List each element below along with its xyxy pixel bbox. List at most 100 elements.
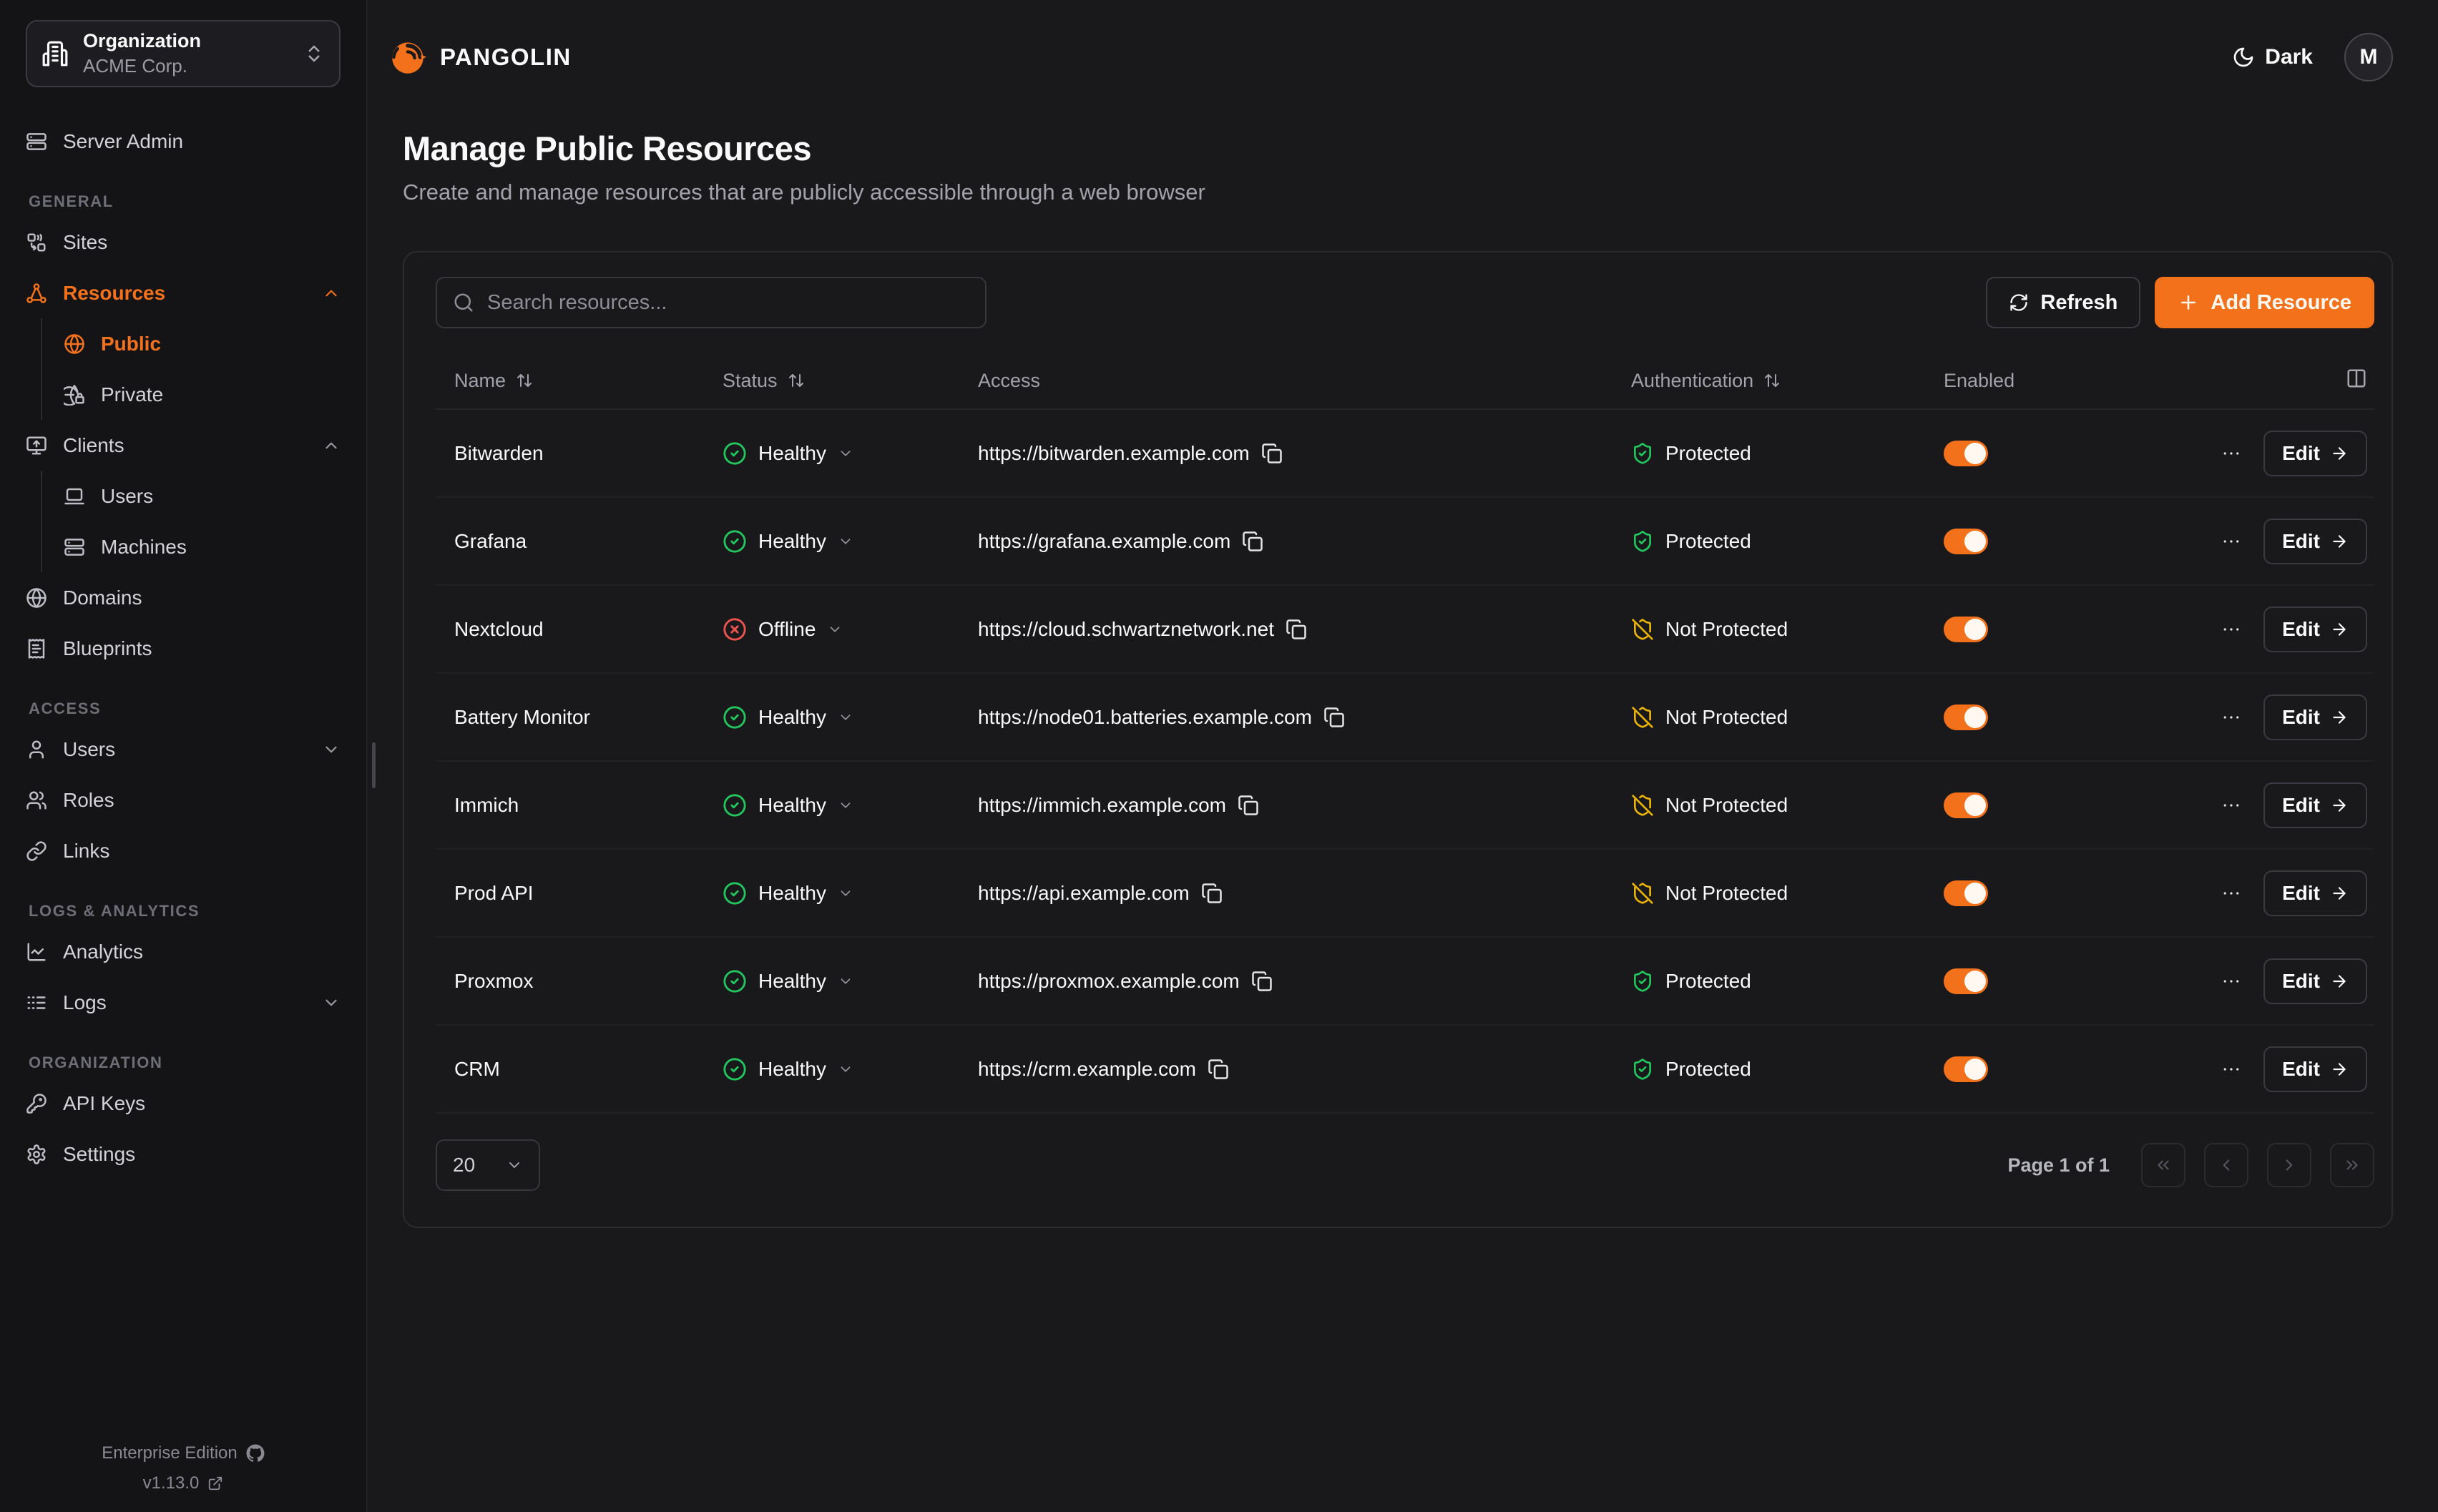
copy-url-button[interactable] [1261, 443, 1283, 464]
row-menu-button[interactable] [2221, 795, 2242, 816]
sidebar-item-private[interactable]: Private [42, 369, 341, 420]
copy-url-button[interactable] [1201, 883, 1223, 904]
prev-page-button[interactable] [2204, 1143, 2248, 1187]
table-row: Immich Healthy https://immich.example.co… [436, 762, 2374, 850]
enabled-toggle[interactable] [1944, 968, 1988, 994]
sidebar-item-sites[interactable]: Sites [26, 217, 341, 267]
link-icon [26, 840, 47, 862]
enabled-toggle[interactable] [1944, 529, 1988, 554]
avatar[interactable]: M [2344, 33, 2393, 82]
github-icon[interactable] [246, 1444, 265, 1463]
chevron-down-icon [838, 885, 853, 901]
chevron-down-icon [838, 797, 853, 813]
status-cell[interactable]: Healthy [704, 1057, 959, 1081]
edit-button[interactable]: Edit [2263, 1046, 2367, 1092]
status-cell[interactable]: Healthy [704, 793, 959, 818]
edit-button[interactable]: Edit [2263, 782, 2367, 828]
shield-check-icon [1631, 442, 1654, 465]
enabled-toggle[interactable] [1944, 705, 1988, 730]
search-input[interactable] [487, 291, 969, 315]
row-menu-button[interactable] [2221, 531, 2242, 552]
resource-url: https://grafana.example.com [978, 530, 1230, 553]
resource-url: https://crm.example.com [978, 1058, 1196, 1081]
edit-button[interactable]: Edit [2263, 607, 2367, 652]
arrow-right-icon [2330, 532, 2349, 551]
edit-button[interactable]: Edit [2263, 694, 2367, 740]
chevron-down-icon [506, 1157, 523, 1174]
next-page-button[interactable] [2267, 1143, 2311, 1187]
sidebar-item-analytics[interactable]: Analytics [26, 926, 341, 977]
external-link-icon[interactable] [207, 1476, 223, 1491]
sort-icon [788, 372, 805, 389]
sidebar-scrollbar-thumb[interactable] [372, 742, 376, 788]
sidebar-item-blueprints[interactable]: Blueprints [26, 623, 341, 674]
sidebar-item-client-users[interactable]: Users [42, 471, 341, 521]
row-menu-button[interactable] [2221, 1059, 2242, 1080]
enabled-toggle[interactable] [1944, 880, 1988, 906]
header-authentication[interactable]: Authentication [1612, 370, 1925, 392]
sidebar-item-logs[interactable]: Logs [26, 977, 341, 1028]
status-cell[interactable]: Healthy [704, 441, 959, 466]
healthy-icon [723, 1057, 747, 1081]
edit-button[interactable]: Edit [2263, 431, 2367, 476]
enabled-toggle[interactable] [1944, 617, 1988, 642]
status-cell[interactable]: Healthy [704, 529, 959, 554]
sidebar-item-server-admin[interactable]: Server Admin [26, 116, 341, 167]
page-size-select[interactable]: 20 [436, 1139, 540, 1191]
copy-url-button[interactable] [1286, 619, 1307, 640]
row-menu-button[interactable] [2221, 971, 2242, 992]
org-switcher[interactable]: Organization ACME Corp. [26, 20, 341, 87]
sidebar-item-domains[interactable]: Domains [26, 572, 341, 623]
chevrons-right-icon [2343, 1156, 2361, 1174]
arrow-right-icon [2330, 620, 2349, 639]
status-cell[interactable]: Healthy [704, 705, 959, 730]
arrow-right-icon [2330, 444, 2349, 463]
last-page-button[interactable] [2330, 1143, 2374, 1187]
row-menu-button[interactable] [2221, 443, 2242, 464]
section-label-organization: ORGANIZATION [29, 1054, 341, 1072]
chevron-down-icon [838, 446, 853, 461]
columns-toggle-button[interactable] [2346, 368, 2367, 394]
refresh-button[interactable]: Refresh [1986, 277, 2140, 328]
enabled-toggle[interactable] [1944, 441, 1988, 466]
card-toolbar: Refresh Add Resource [436, 277, 2374, 328]
copy-url-button[interactable] [1251, 971, 1273, 992]
row-menu-button[interactable] [2221, 619, 2242, 640]
edit-button[interactable]: Edit [2263, 870, 2367, 916]
sidebar-item-links[interactable]: Links [26, 825, 341, 876]
sidebar-item-clients[interactable]: Clients [26, 420, 341, 471]
copy-url-button[interactable] [1238, 795, 1259, 816]
sidebar-item-users[interactable]: Users [26, 724, 341, 775]
copy-url-button[interactable] [1242, 531, 1263, 552]
status-cell[interactable]: Healthy [704, 881, 959, 905]
edit-button[interactable]: Edit [2263, 958, 2367, 1004]
status-cell[interactable]: Offline [704, 617, 959, 642]
receipt-icon [26, 638, 47, 659]
enabled-toggle[interactable] [1944, 792, 1988, 818]
sidebar-item-settings[interactable]: Settings [26, 1129, 341, 1179]
enabled-toggle[interactable] [1944, 1056, 1988, 1082]
status-cell[interactable]: Healthy [704, 969, 959, 993]
add-resource-button[interactable]: Add Resource [2155, 277, 2374, 328]
copy-url-button[interactable] [1208, 1059, 1229, 1080]
logs-icon [26, 992, 47, 1013]
auth-cell: Not Protected [1612, 794, 1925, 817]
sidebar-item-resources[interactable]: Resources [26, 267, 341, 318]
user-icon [26, 739, 47, 760]
server-icon [64, 536, 85, 558]
sidebar-item-roles[interactable]: Roles [26, 775, 341, 825]
sidebar-item-public[interactable]: Public [42, 318, 341, 369]
sidebar-item-api-keys[interactable]: API Keys [26, 1078, 341, 1129]
sidebar-item-machines[interactable]: Machines [42, 521, 341, 572]
shield-off-icon [1631, 794, 1654, 817]
toggle-knob [1964, 971, 1986, 992]
row-menu-button[interactable] [2221, 883, 2242, 904]
copy-url-button[interactable] [1323, 707, 1345, 728]
edit-button[interactable]: Edit [2263, 519, 2367, 564]
row-menu-button[interactable] [2221, 707, 2242, 728]
brand: PANGOLIN [390, 39, 572, 76]
theme-toggle[interactable]: Dark [2232, 45, 2313, 69]
first-page-button[interactable] [2141, 1143, 2185, 1187]
header-name[interactable]: Name [436, 370, 704, 392]
header-status[interactable]: Status [704, 370, 959, 392]
